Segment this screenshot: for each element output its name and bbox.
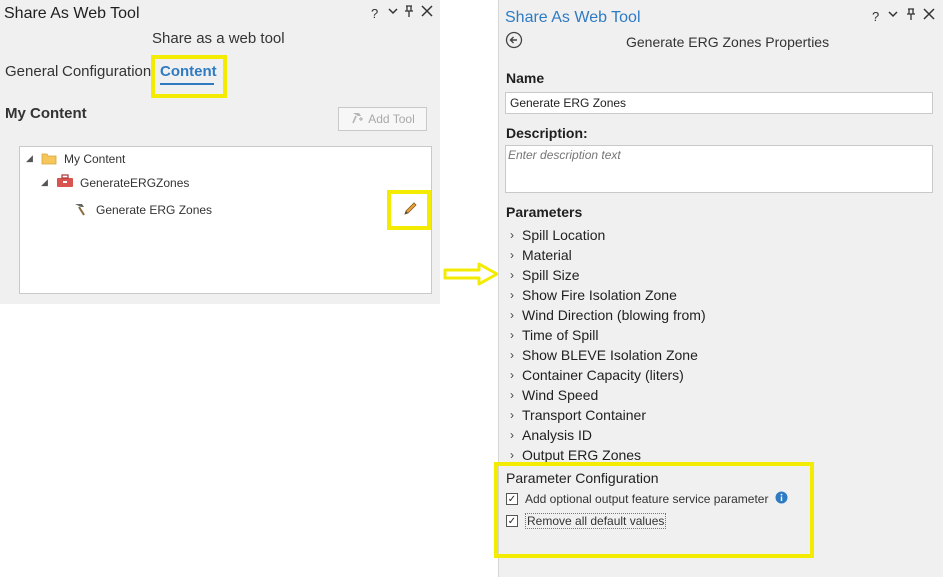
add-tool-label: Add Tool <box>368 112 415 126</box>
chevron-right-icon: › <box>510 288 514 302</box>
my-content-heading: My Content <box>5 105 87 122</box>
close-icon[interactable] <box>421 4 433 21</box>
close-icon[interactable] <box>923 7 935 24</box>
parameter-wind-speed[interactable]: › Wind Speed <box>510 385 598 405</box>
chevron-right-icon: › <box>510 248 514 262</box>
name-input[interactable] <box>505 92 933 114</box>
parameter-wind-direction[interactable]: › Wind Direction (blowing from) <box>510 305 706 325</box>
parameter-time-of-spill[interactable]: › Time of Spill <box>510 325 599 345</box>
parameter-transport-container[interactable]: › Transport Container <box>510 405 646 425</box>
properties-heading: Generate ERG Zones Properties <box>626 34 830 50</box>
left-pane-subtitle: Share as a web tool <box>152 30 285 47</box>
parameter-analysis-id[interactable]: › Analysis ID <box>510 425 592 445</box>
chevron-right-icon: › <box>510 368 514 382</box>
parameter-spill-location[interactable]: › Spill Location <box>510 225 605 245</box>
tab-general[interactable]: General <box>5 63 58 80</box>
parameter-spill-size[interactable]: › Spill Size <box>510 265 580 285</box>
parameter-label: Show Fire Isolation Zone <box>522 287 677 303</box>
left-pane-title: Share As Web Tool <box>4 5 140 22</box>
parameter-container-capacity[interactable]: › Container Capacity (liters) <box>510 365 684 385</box>
parameter-label: Spill Location <box>522 227 606 243</box>
chevron-down-icon[interactable] <box>888 7 898 24</box>
tree-item-tool[interactable]: Generate ERG Zones <box>96 203 212 217</box>
parameter-label: Wind Direction (blowing from) <box>522 307 706 323</box>
pin-icon[interactable] <box>404 4 414 21</box>
chevron-right-icon: › <box>510 428 514 442</box>
transition-arrow <box>443 262 499 291</box>
tab-configuration[interactable]: Configuration <box>62 63 151 80</box>
tree-item-my-content[interactable]: My Content <box>64 152 125 166</box>
description-textarea[interactable] <box>505 145 933 193</box>
highlight-content-tab <box>151 55 227 98</box>
pin-icon[interactable] <box>906 7 916 24</box>
parameter-label: Output ERG Zones <box>522 447 642 463</box>
folder-icon <box>41 151 57 170</box>
chevron-right-icon: › <box>510 308 514 322</box>
highlight-edit-button <box>387 190 431 230</box>
chevron-down-icon[interactable] <box>388 4 398 21</box>
right-pane-title: Share As Web Tool <box>505 9 641 26</box>
parameter-label: Show BLEVE Isolation Zone <box>522 347 698 363</box>
chevron-right-icon: › <box>510 268 514 282</box>
name-label: Name <box>506 70 545 86</box>
help-button[interactable]: ? <box>371 6 378 21</box>
parameter-label: Wind Speed <box>522 387 599 403</box>
highlight-parameter-configuration <box>494 462 814 558</box>
help-button[interactable]: ? <box>872 9 879 24</box>
parameter-label: Time of Spill <box>522 327 599 343</box>
expand-arrow-icon[interactable]: ◢ <box>26 153 33 164</box>
description-label: Description: <box>506 125 588 141</box>
parameter-label: Container Capacity (liters) <box>522 367 684 383</box>
tree-item-toolbox[interactable]: GenerateERGZones <box>80 176 189 190</box>
chevron-right-icon: › <box>510 228 514 242</box>
parameter-show-fire-isolation-zone[interactable]: › Show Fire Isolation Zone <box>510 285 677 305</box>
hammer-icon <box>73 201 89 222</box>
parameters-heading: Parameters <box>506 204 583 220</box>
parameter-label: Transport Container <box>522 407 646 423</box>
parameter-label: Analysis ID <box>522 427 593 443</box>
chevron-right-icon: › <box>510 388 514 402</box>
chevron-right-icon: › <box>510 328 514 342</box>
parameter-material[interactable]: › Material <box>510 245 572 265</box>
chevron-right-icon: › <box>510 448 514 462</box>
parameter-label: Material <box>522 247 572 263</box>
chevron-right-icon: › <box>510 408 514 422</box>
parameter-show-bleve-isolation-zone[interactable]: › Show BLEVE Isolation Zone <box>510 345 698 365</box>
parameter-label: Spill Size <box>522 267 580 283</box>
add-tool-button[interactable]: Add Tool <box>338 107 427 131</box>
hammer-icon <box>350 111 364 128</box>
chevron-right-icon: › <box>510 348 514 362</box>
expand-arrow-icon[interactable]: ◢ <box>41 177 48 188</box>
back-icon[interactable] <box>505 31 523 54</box>
toolbox-icon <box>56 174 74 193</box>
